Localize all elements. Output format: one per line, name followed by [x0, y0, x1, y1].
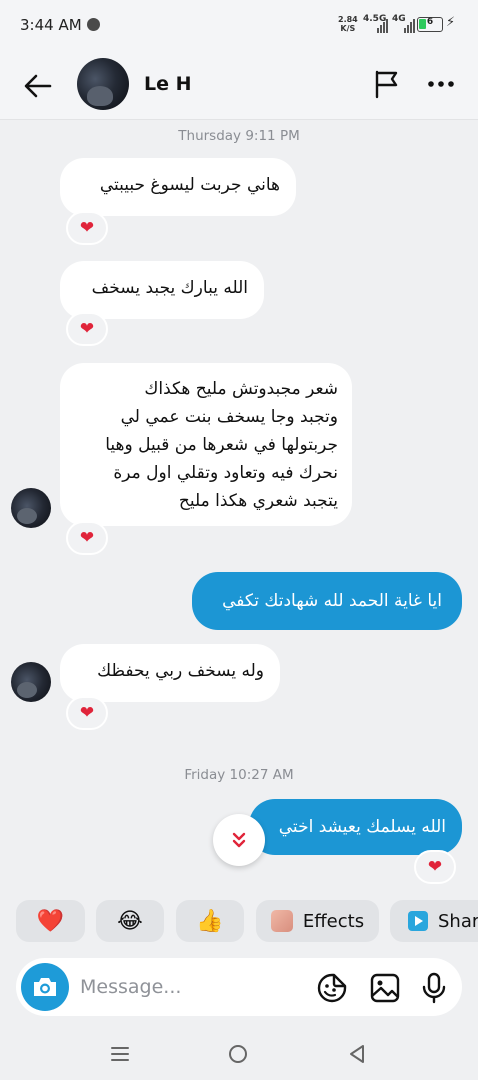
incoming-message-2[interactable]: الله يبارك يجبد يسخف — [60, 261, 264, 319]
heart-reaction-icon[interactable]: ❤ — [66, 696, 108, 730]
microphone-icon[interactable] — [418, 972, 450, 1004]
share-icon — [408, 911, 428, 931]
back-arrow-icon[interactable] — [22, 70, 54, 102]
sticker-icon[interactable] — [316, 972, 348, 1004]
recents-menu-icon[interactable] — [110, 1045, 130, 1063]
quick-laugh-button[interactable]: 😂 — [96, 900, 164, 942]
network-speed-value: 2.84 — [338, 15, 358, 24]
more-icon[interactable] — [427, 69, 455, 99]
heart-reaction-icon[interactable]: ❤ — [66, 211, 108, 245]
gallery-icon[interactable] — [369, 972, 401, 1004]
quick-reply-bar[interactable]: ❤️ 😂 👍 Effects Share — [0, 896, 478, 946]
status-bar: 3:44 AM 2.84 K/S 4.5G 4G 6 ⚡ — [0, 0, 478, 52]
battery-level: 6 — [426, 17, 434, 27]
signal-icon-2 — [404, 17, 415, 33]
system-nav-bar — [0, 1030, 478, 1080]
incoming-message-4[interactable]: وله يسخف ربي يحفظك — [60, 644, 280, 702]
camera-button[interactable] — [21, 963, 69, 1011]
outgoing-message-2[interactable]: الله يسلمك يعيشد اختي — [249, 799, 462, 855]
quick-thumbs-up-button[interactable]: 👍 — [176, 900, 244, 942]
share-label: Share — [438, 910, 478, 932]
quick-heart-button[interactable]: ❤️ — [16, 900, 85, 942]
message-input[interactable] — [80, 972, 300, 1002]
timestamp-thursday: Thursday 9:11 PM — [178, 128, 300, 144]
battery-icon: 6 — [417, 17, 443, 32]
share-button[interactable]: Share — [390, 900, 478, 942]
double-chevron-down-icon — [232, 832, 246, 848]
home-circle-icon[interactable] — [228, 1044, 248, 1064]
chat-header: Le H — [0, 52, 478, 120]
status-time: 3:44 AM — [20, 16, 82, 34]
heart-reaction-icon[interactable]: ❤ — [66, 521, 108, 555]
timestamp-friday: Friday 10:27 AM — [184, 767, 294, 783]
laugh-emoji-icon: 😂 — [117, 908, 143, 934]
sender-avatar[interactable] — [11, 662, 51, 702]
effects-button[interactable]: Effects — [256, 900, 379, 942]
message-composer — [16, 958, 462, 1016]
contact-avatar[interactable] — [77, 58, 129, 110]
outgoing-message-1[interactable]: ايا غاية الحمد لله شهادتك تكفي — [192, 572, 462, 630]
effects-thumbnail-icon — [270, 910, 293, 932]
incoming-message-3[interactable]: شعر مجبدوتش مليح هكذاك وتجبد وجا يسخف بن… — [60, 363, 352, 526]
heart-reaction-icon[interactable]: ❤ — [66, 312, 108, 346]
charging-icon: ⚡ — [446, 15, 456, 30]
back-triangle-icon[interactable] — [348, 1044, 366, 1064]
effects-label: Effects — [302, 910, 365, 932]
heart-emoji-icon: ❤️ — [36, 908, 65, 934]
incoming-message-1[interactable]: هاني جربت ليسوغ حبيبتي — [60, 158, 296, 216]
thumbs-up-emoji-icon: 👍 — [196, 908, 224, 934]
contact-name[interactable]: Le H — [144, 73, 192, 95]
network-speed-unit: K/S — [340, 24, 356, 33]
scroll-to-bottom-button[interactable] — [213, 814, 265, 866]
signal-icon — [377, 17, 388, 33]
camera-icon — [34, 978, 56, 996]
flag-icon[interactable] — [372, 69, 402, 99]
messenger-notification-icon — [87, 18, 100, 31]
sender-avatar[interactable] — [11, 488, 51, 528]
network-speed: 2.84 K/S — [338, 15, 358, 33]
heart-reaction-icon[interactable]: ❤ — [414, 850, 456, 884]
